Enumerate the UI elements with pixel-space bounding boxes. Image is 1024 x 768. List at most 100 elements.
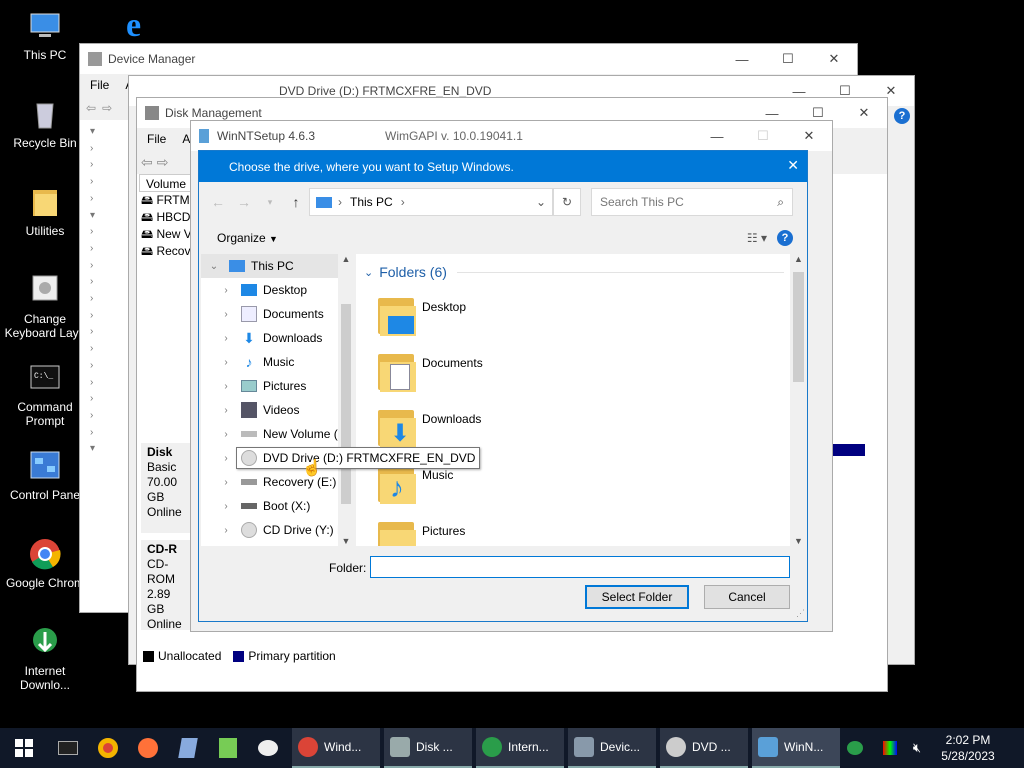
wimgapi-version: WimGAPI v. 10.0.19041.1 xyxy=(385,129,523,143)
volume-column-header[interactable]: Volume xyxy=(139,174,191,192)
address-root[interactable]: This PC xyxy=(350,195,393,209)
taskbar-task-internet-download[interactable]: Intern... xyxy=(476,728,564,768)
up-arrow-icon[interactable]: ↑ xyxy=(283,194,309,210)
menu-file[interactable]: File xyxy=(90,78,109,92)
forward-arrow-icon[interactable]: ⇨ xyxy=(102,101,112,115)
folder-label: Folder: xyxy=(329,561,367,575)
content-scrollbar[interactable]: ▲ ▼ xyxy=(790,254,807,546)
forward-arrow-icon[interactable]: → xyxy=(231,194,257,210)
close-button[interactable]: ✕ xyxy=(787,157,799,174)
tree-item-this-pc[interactable]: ⌄ This PC xyxy=(201,254,341,278)
dialog-titlebar[interactable]: Choose the drive, where you want to Setu… xyxy=(199,151,807,182)
tree-item-documents[interactable]: › Documents xyxy=(201,302,324,326)
tree-item-new-volume[interactable]: › New Volume (C xyxy=(201,422,346,446)
desktop-icon-recycle-bin[interactable]: Recycle Bin xyxy=(0,96,90,150)
maximize-button[interactable]: ☐ xyxy=(765,44,811,74)
view-options-icon[interactable]: ☷ ▾ xyxy=(747,231,767,245)
back-arrow-icon[interactable]: ← xyxy=(205,194,231,210)
tray-volume-muted-icon[interactable]: 🔇︎ xyxy=(904,728,930,768)
forward-arrow-icon[interactable]: ⇨ xyxy=(157,154,169,171)
cd-rom-info[interactable]: CD-R CD-ROM 2.89 GB Online xyxy=(141,540,193,631)
tree-item-desktop[interactable]: › Desktop xyxy=(201,278,307,302)
folder-desktop[interactable]: Desktop xyxy=(376,294,466,344)
resize-grip-icon[interactable]: ⋰ xyxy=(796,608,805,619)
desktop-icon-label: Control Pane xyxy=(9,488,81,502)
cancel-button[interactable]: Cancel xyxy=(704,585,790,609)
desktop-icon-control-panel[interactable]: Control Pane xyxy=(0,448,90,502)
address-bar[interactable]: › This PC › ⌄ xyxy=(309,188,553,216)
taskbar-task-winntsetup[interactable]: WinN... xyxy=(752,728,840,768)
taskbar-task-disk-management[interactable]: Disk ... xyxy=(384,728,472,768)
minimize-button[interactable]: — xyxy=(719,44,765,74)
scroll-thumb[interactable] xyxy=(793,272,804,382)
dvd-drive-title: DVD Drive (D:) FRTMCXFRE_EN_DVD xyxy=(279,84,492,98)
documents-folder-icon xyxy=(376,350,416,394)
refresh-button[interactable]: ↻ xyxy=(553,188,581,216)
choose-drive-dialog[interactable]: Choose the drive, where you want to Setu… xyxy=(198,150,808,622)
tree-item-downloads[interactable]: › ⬇ Downloads xyxy=(201,326,322,350)
device-manager-icon xyxy=(88,52,102,66)
navigation-pane[interactable]: ⌄ This PC › Desktop › Documents › ⬇ Down… xyxy=(201,254,354,546)
desktop-icon-utilities[interactable]: Utilities xyxy=(0,184,90,238)
tree-item-boot[interactable]: › Boot (X:) xyxy=(201,494,310,518)
folder-music[interactable]: ♪ Music xyxy=(376,462,453,512)
close-button[interactable]: ✕ xyxy=(786,121,832,151)
address-dropdown-icon[interactable]: ⌄ xyxy=(536,195,546,209)
help-icon[interactable]: ? xyxy=(777,230,793,246)
cd-disc-icon xyxy=(241,522,257,538)
collapse-chevron-icon[interactable]: ⌄ xyxy=(364,266,373,279)
tree-item-music[interactable]: › ♪ Music xyxy=(201,350,294,374)
tree-item-pictures[interactable]: › Pictures xyxy=(201,374,306,398)
search-icon[interactable]: ⌕ xyxy=(777,195,784,210)
tree-item-videos[interactable]: › Videos xyxy=(201,398,299,422)
film-icon xyxy=(241,402,257,418)
system-clock[interactable]: 2:02 PM 5/28/2023 xyxy=(936,732,1000,764)
desktop-icon-command-prompt[interactable]: C:\_ Command Prompt xyxy=(0,360,90,428)
taskbar-chrome-icon[interactable] xyxy=(88,728,128,768)
taskbar-cmd-icon[interactable] xyxy=(48,728,88,768)
tray-color-icon[interactable] xyxy=(876,728,904,768)
help-icon[interactable]: ? xyxy=(894,108,910,124)
disk0-info[interactable]: Disk Basic 70.00 GB Online xyxy=(141,443,193,533)
folders-group-header[interactable]: ⌄ Folders (6) xyxy=(364,264,784,280)
close-button[interactable]: ✕ xyxy=(841,98,887,128)
start-button[interactable] xyxy=(0,728,48,768)
folder-documents[interactable]: Documents xyxy=(376,350,483,400)
maximize-button[interactable]: ☐ xyxy=(740,121,786,151)
taskbar-task-chrome[interactable]: Wind... xyxy=(292,728,380,768)
folder-pictures[interactable]: Pictures xyxy=(376,518,465,546)
folder-input[interactable] xyxy=(370,556,790,578)
winntsetup-title: WinNTSetup 4.6.3 xyxy=(217,129,316,143)
navigation-scrollbar[interactable]: ▲ ▼ xyxy=(338,254,354,546)
scroll-thumb[interactable] xyxy=(341,304,351,504)
desktop-icon-internet-download[interactable]: Internet Downlo... xyxy=(0,624,90,692)
taskbar-paint-icon[interactable] xyxy=(248,728,288,768)
content-pane[interactable]: ⌄ Folders (6) Desktop Documents ⬇ Downlo… xyxy=(356,254,807,546)
taskbar-task-dvd-drive[interactable]: DVD ... xyxy=(660,728,748,768)
menu-file[interactable]: File xyxy=(147,132,166,146)
close-button[interactable]: ✕ xyxy=(811,44,857,74)
minimize-button[interactable]: — xyxy=(694,121,740,151)
taskbar-firefox-icon[interactable] xyxy=(128,728,168,768)
desktop-icon-this-pc[interactable]: This PC xyxy=(0,8,90,62)
recent-chevron-icon[interactable]: ▾ xyxy=(257,197,283,208)
organize-button[interactable]: Organize ▼ xyxy=(217,231,278,245)
back-arrow-icon[interactable]: ⇦ xyxy=(141,154,153,171)
search-box[interactable]: Search This PC ⌕ xyxy=(591,188,793,216)
search-input[interactable]: Search This PC xyxy=(600,195,684,209)
taskbar-task-device-manager[interactable]: Devic... xyxy=(568,728,656,768)
globe-download-icon xyxy=(482,737,502,757)
taskbar-clipboard-icon[interactable] xyxy=(208,728,248,768)
desktop-icon-change-keyboard[interactable]: Change Keyboard Layo xyxy=(0,272,90,340)
document-icon xyxy=(241,306,257,322)
downloads-folder-icon: ⬇ xyxy=(376,406,416,450)
tree-item-cd-drive[interactable]: › CD Drive (Y:) H xyxy=(201,518,346,542)
internet-explorer-icon[interactable]: e xyxy=(122,6,158,44)
tray-network-icon[interactable] xyxy=(840,728,870,768)
taskbar-notepad-icon[interactable] xyxy=(168,728,208,768)
select-folder-button[interactable]: Select Folder xyxy=(585,585,689,609)
desktop-icon-label: Utilities xyxy=(25,224,65,238)
back-arrow-icon[interactable]: ⇦ xyxy=(86,101,96,115)
desktop-icon-label: Google Chrom xyxy=(5,576,85,590)
desktop-icon-google-chrome[interactable]: Google Chrom xyxy=(0,536,90,590)
